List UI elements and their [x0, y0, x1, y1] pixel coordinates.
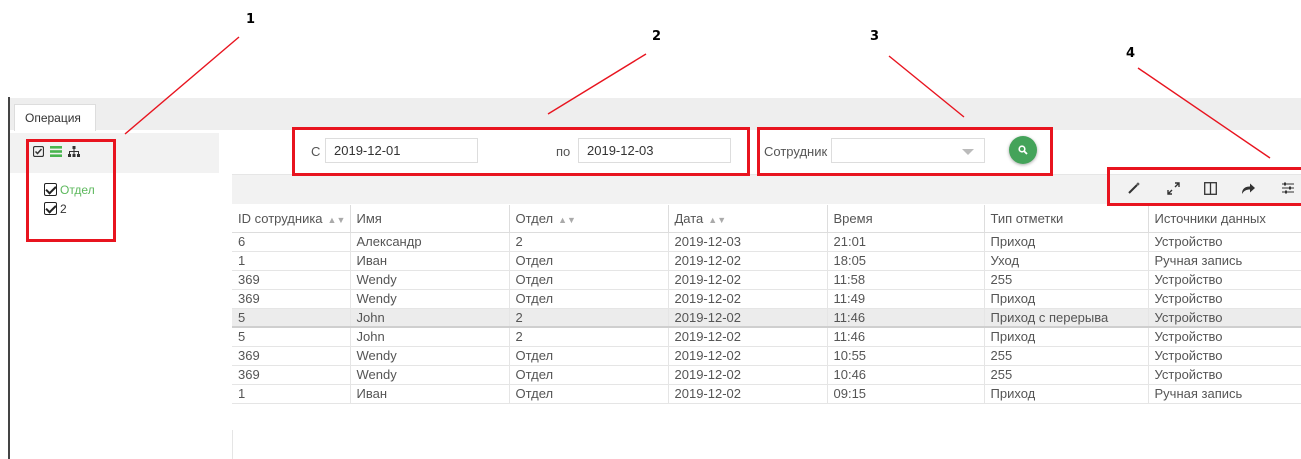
- cell-time: 18:05: [827, 251, 985, 271]
- annotation-box-1: [26, 139, 116, 242]
- cell-employee-id: 1: [232, 251, 351, 271]
- cell-time: 11:58: [827, 270, 985, 290]
- annotation-box-3: [757, 127, 1053, 176]
- cell-mark-type: 255: [984, 365, 1149, 385]
- annotation-number-3: 3: [870, 29, 880, 44]
- cell-mark-type: Приход: [984, 327, 1149, 347]
- annotation-number-2: 2: [652, 29, 662, 44]
- cell-employee-id: 6: [232, 232, 351, 252]
- cell-data-source: Устройство: [1148, 232, 1301, 252]
- sort-icon[interactable]: ▲▼: [708, 215, 726, 225]
- cell-date: 2019-12-02: [668, 384, 828, 404]
- cell-name: John: [350, 327, 510, 347]
- cell-date: 2019-12-02: [668, 251, 828, 271]
- column-header-data-source[interactable]: Источники данных: [1148, 205, 1301, 233]
- grid-bottom-border: [232, 430, 233, 459]
- column-header-department[interactable]: Отдел ▲▼: [509, 205, 669, 233]
- cell-name: Александр: [350, 232, 510, 252]
- cell-name: Wendy: [350, 365, 510, 385]
- table-row[interactable]: 369 Wendy Отдел 2019-12-02 11:49 Приход Устрой…: [232, 289, 1301, 309]
- cell-department: Отдел: [509, 346, 669, 366]
- cell-employee-id: 369: [232, 365, 351, 385]
- cell-name: Wendy: [350, 346, 510, 366]
- cell-mark-type: Приход: [984, 384, 1149, 404]
- cell-mark-type: Уход: [984, 251, 1149, 271]
- sort-icon[interactable]: ▲▼: [328, 215, 346, 225]
- cell-name: John: [350, 308, 510, 328]
- cell-mark-type: 255: [984, 270, 1149, 290]
- cell-name: Wendy: [350, 270, 510, 290]
- table-row[interactable]: 369 Wendy Отдел 2019-12-02 10:55 255 Устройств…: [232, 346, 1301, 366]
- tab-strip: [10, 98, 1301, 130]
- cell-department: 2: [509, 327, 669, 347]
- cell-date: 2019-12-02: [668, 327, 828, 347]
- table-row[interactable]: 369 Wendy Отдел 2019-12-02 10:46 255 Устройств…: [232, 365, 1301, 385]
- table-row[interactable]: 5 John 2 2019-12-02 11:46 Приход с перерыва Ус…: [232, 308, 1301, 328]
- column-header-date[interactable]: Дата ▲▼: [668, 205, 828, 233]
- cell-mark-type: Приход: [984, 232, 1149, 252]
- cell-department: Отдел: [509, 289, 669, 309]
- annotation-number-4: 4: [1126, 46, 1136, 61]
- cell-department: 2: [509, 308, 669, 328]
- table-header-row: ID сотрудника ▲▼ Имя Отдел ▲▼ Дата ▲▼ Время…: [232, 205, 1301, 233]
- cell-date: 2019-12-02: [668, 270, 828, 290]
- cell-name: Иван: [350, 251, 510, 271]
- cell-data-source: Устройство: [1148, 327, 1301, 347]
- column-header-time[interactable]: Время: [827, 205, 985, 233]
- table-body: 6 Александр 2 2019-12-03 21:01 Приход Устройст…: [232, 232, 1301, 404]
- table-row[interactable]: 1 Иван Отдел 2019-12-02 18:05 Уход Ручная запи…: [232, 251, 1301, 271]
- annotation-box-4: [1107, 167, 1301, 206]
- cell-time: 11:49: [827, 289, 985, 309]
- tab-operation[interactable]: Операция: [14, 104, 96, 131]
- cell-date: 2019-12-03: [668, 232, 828, 252]
- cell-time: 21:01: [827, 232, 985, 252]
- cell-employee-id: 5: [232, 327, 351, 347]
- table-row[interactable]: 1 Иван Отдел 2019-12-02 09:15 Приход Ручная за…: [232, 384, 1301, 404]
- cell-name: Иван: [350, 384, 510, 404]
- cell-department: Отдел: [509, 270, 669, 290]
- column-header-employee-id[interactable]: ID сотрудника ▲▼: [232, 205, 351, 233]
- cell-date: 2019-12-02: [668, 365, 828, 385]
- cell-employee-id: 1: [232, 384, 351, 404]
- cell-date: 2019-12-02: [668, 346, 828, 366]
- cell-time: 10:46: [827, 365, 985, 385]
- cell-date: 2019-12-02: [668, 289, 828, 309]
- column-header-name[interactable]: Имя: [350, 205, 510, 233]
- cell-data-source: Ручная запись: [1148, 384, 1301, 404]
- cell-mark-type: 255: [984, 346, 1149, 366]
- cell-employee-id: 369: [232, 289, 351, 309]
- cell-time: 11:46: [827, 308, 985, 328]
- cell-name: Wendy: [350, 289, 510, 309]
- table-row[interactable]: 369 Wendy Отдел 2019-12-02 11:58 255 Устройств…: [232, 270, 1301, 290]
- annotation-number-1: 1: [246, 12, 256, 27]
- cell-employee-id: 369: [232, 346, 351, 366]
- cell-data-source: Устройство: [1148, 365, 1301, 385]
- attendance-table: ID сотрудника ▲▼ Имя Отдел ▲▼ Дата ▲▼ Время…: [232, 205, 1301, 404]
- cell-time: 11:46: [827, 327, 985, 347]
- cell-time: 09:15: [827, 384, 985, 404]
- table-row[interactable]: 6 Александр 2 2019-12-03 21:01 Приход Устройст…: [232, 232, 1301, 252]
- cell-department: 2: [509, 232, 669, 252]
- cell-time: 10:55: [827, 346, 985, 366]
- cell-data-source: Устройство: [1148, 270, 1301, 290]
- table-row[interactable]: 5 John 2 2019-12-02 11:46 Приход Устройство: [232, 327, 1301, 347]
- cell-data-source: Ручная запись: [1148, 251, 1301, 271]
- cell-department: Отдел: [509, 365, 669, 385]
- screenshot-root: 1 2 3 4 Операция Отдел 2 С по Сотрудник: [0, 0, 1301, 459]
- cell-date: 2019-12-02: [668, 308, 828, 328]
- cell-data-source: Устройство: [1148, 346, 1301, 366]
- cell-department: Отдел: [509, 251, 669, 271]
- cell-mark-type: Приход: [984, 289, 1149, 309]
- sort-icon[interactable]: ▲▼: [558, 215, 576, 225]
- cell-data-source: Устройство: [1148, 308, 1301, 328]
- annotation-box-2: [292, 127, 750, 176]
- cell-mark-type: Приход с перерыва: [984, 308, 1149, 328]
- cell-department: Отдел: [509, 384, 669, 404]
- cell-employee-id: 369: [232, 270, 351, 290]
- cell-employee-id: 5: [232, 308, 351, 328]
- column-header-mark-type[interactable]: Тип отметки: [984, 205, 1149, 233]
- cell-data-source: Устройство: [1148, 289, 1301, 309]
